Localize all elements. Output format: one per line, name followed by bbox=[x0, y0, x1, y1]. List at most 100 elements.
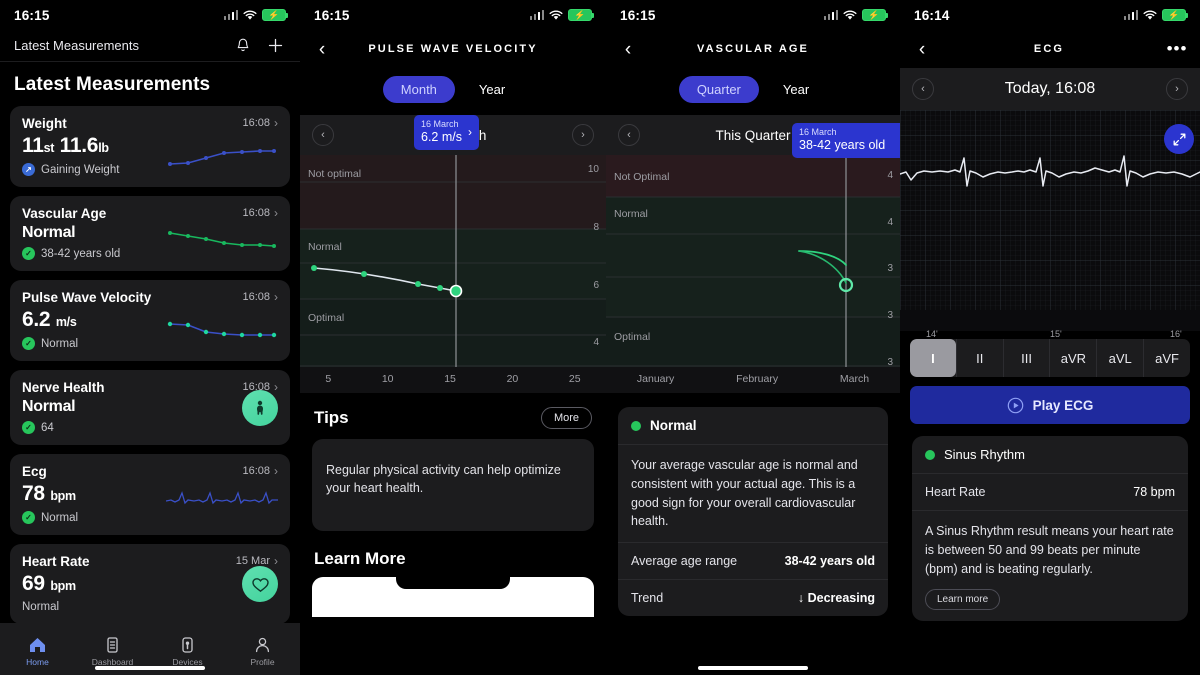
measurement-card-list: Weight 16:08 › 11st 11.6lb ↗ Gaining Wei… bbox=[0, 106, 300, 624]
play-ecg-button[interactable]: Play ECG bbox=[910, 386, 1190, 424]
summary-average-age-row: Average age range 38-42 years old bbox=[618, 542, 888, 579]
screen-latest-measurements: 16:15 ⚡ Latest Measurements Latest Measu… bbox=[0, 0, 300, 675]
dashboard-icon bbox=[107, 636, 118, 653]
card-value-main: 6.2 bbox=[22, 308, 51, 331]
check-badge-icon: ✓ bbox=[22, 337, 35, 350]
pwv-chart[interactable]: Not optimal Normal Optimal 10 8 6 4 16 M… bbox=[300, 115, 606, 367]
battery-charging-icon: ⚡ bbox=[568, 9, 595, 21]
y-tick-3: 3 bbox=[887, 310, 893, 321]
chart-tooltip[interactable]: 16 March 38-42 years old bbox=[792, 123, 900, 158]
vascular-age-summary-card: Normal Your average vascular age is norm… bbox=[618, 407, 888, 616]
measurement-card-weight[interactable]: Weight 16:08 › 11st 11.6lb ↗ Gaining Wei… bbox=[10, 106, 290, 187]
check-badge-icon: ✓ bbox=[22, 421, 35, 434]
measurement-card-ecg[interactable]: Ecg 16:08 › 78 bpm ✓ Normal bbox=[10, 454, 290, 535]
signal-icon bbox=[223, 10, 238, 20]
home-icon bbox=[30, 637, 45, 652]
status-bar: 16:15 ⚡ bbox=[300, 0, 606, 30]
tab-home[interactable]: Home bbox=[0, 636, 75, 667]
vascular-age-chart[interactable]: Not Optimal Normal Optimal 4 4 3 3 3 16 … bbox=[606, 123, 900, 368]
tooltip-value: 38-42 years old bbox=[799, 138, 886, 153]
learn-more-card[interactable] bbox=[312, 577, 594, 617]
row-value: 78 bpm bbox=[1133, 485, 1175, 499]
ecg-waveform-chart[interactable]: 14' 15' 16' bbox=[900, 110, 1200, 339]
back-button[interactable]: ‹ bbox=[312, 40, 332, 59]
summary-description-row: Your average vascular age is normal and … bbox=[618, 444, 888, 542]
tab-profile[interactable]: Profile bbox=[225, 636, 300, 667]
nav-title: VASCULAR AGE bbox=[697, 43, 809, 55]
plus-icon[interactable] bbox=[264, 35, 286, 57]
summary-status-row: Normal bbox=[618, 407, 888, 444]
card-title: Nerve Health bbox=[22, 380, 105, 395]
previous-period-button[interactable]: ‹ bbox=[312, 124, 334, 146]
segment-quarter[interactable]: Quarter bbox=[678, 76, 759, 103]
lead-II[interactable]: II bbox=[955, 339, 1003, 377]
period-segmented-control: Month Year bbox=[300, 68, 606, 115]
learn-more-button[interactable]: Learn more bbox=[925, 589, 1001, 611]
tab-dashboard[interactable]: Dashboard bbox=[75, 636, 150, 667]
chart-tooltip[interactable]: 16 March 6.2 m/s › bbox=[414, 115, 479, 150]
chevron-right-icon: › bbox=[274, 464, 278, 478]
lead-III[interactable]: III bbox=[1002, 339, 1050, 377]
back-button[interactable]: ‹ bbox=[618, 40, 638, 59]
wifi-icon bbox=[243, 9, 257, 21]
battery-charging-icon: ⚡ bbox=[862, 9, 889, 21]
y-tick-2: 3 bbox=[887, 263, 893, 274]
card-title: Pulse Wave Velocity bbox=[22, 290, 152, 305]
devices-icon bbox=[182, 636, 193, 653]
back-button[interactable]: ‹ bbox=[912, 40, 932, 59]
lead-aVL[interactable]: aVL bbox=[1096, 339, 1143, 377]
segment-month[interactable]: Month bbox=[382, 76, 455, 103]
nav-bar: ‹ PULSE WAVE VELOCITY bbox=[300, 30, 606, 68]
summary-description: Your average vascular age is normal and … bbox=[631, 458, 858, 529]
tip-card[interactable]: Regular physical activity can help optim… bbox=[312, 439, 594, 531]
card-timestamp: 16:08 bbox=[242, 117, 270, 129]
tab-devices[interactable]: Devices bbox=[150, 636, 225, 667]
x-tick-15: 15 bbox=[444, 373, 456, 385]
signal-icon bbox=[823, 10, 838, 20]
body-icon bbox=[242, 389, 278, 426]
lead-I[interactable]: I bbox=[910, 339, 956, 377]
measurement-card-nerve-health[interactable]: Nerve Health 16:08 › Normal ✓ 64 bbox=[10, 370, 290, 445]
lead-aVF[interactable]: aVF bbox=[1143, 339, 1190, 377]
measurement-card-heart-rate[interactable]: Heart Rate 15 Mar › 69 bpm Normal bbox=[10, 544, 290, 624]
status-bar: 16:15 ⚡ bbox=[0, 0, 300, 30]
ecg-grid bbox=[900, 110, 1200, 310]
sparkline-pwv bbox=[166, 314, 278, 349]
trend-up-badge: ↗ bbox=[22, 163, 35, 176]
bell-icon[interactable] bbox=[232, 35, 254, 57]
band-label-normal: Normal bbox=[308, 241, 342, 253]
chart-x-axis: January February March bbox=[606, 367, 900, 393]
measurement-card-pulse-wave-velocity[interactable]: Pulse Wave Velocity 16:08 › 6.2 m/s ✓ No… bbox=[10, 280, 290, 361]
card-subtitle-label: Normal bbox=[41, 337, 79, 350]
lead-aVR[interactable]: aVR bbox=[1049, 339, 1096, 377]
signal-icon bbox=[529, 10, 544, 20]
chevron-right-icon: › bbox=[274, 290, 278, 304]
previous-period-button[interactable]: ‹ bbox=[618, 124, 640, 146]
play-ecg-label: Play ECG bbox=[1032, 397, 1094, 413]
card-subtitle-label: 38-42 years old bbox=[41, 247, 121, 260]
ellipsis-icon[interactable]: ••• bbox=[1166, 40, 1188, 57]
measurement-card-vascular-age[interactable]: Vascular Age 16:08 › Normal ✓ 38-42 year… bbox=[10, 196, 290, 271]
battery-charging-icon: ⚡ bbox=[1162, 9, 1189, 21]
y-tick-0: 4 bbox=[887, 170, 893, 181]
result-heart-rate-row: Heart Rate 78 bpm bbox=[912, 473, 1188, 510]
next-period-button[interactable]: › bbox=[572, 124, 594, 146]
tip-text: Regular physical activity can help optim… bbox=[326, 463, 561, 496]
card-unit-1: bpm bbox=[50, 489, 76, 503]
ecg-x-tick-14: 14' bbox=[926, 329, 938, 339]
expand-icon[interactable] bbox=[1164, 124, 1194, 154]
card-value: 69 bpm bbox=[22, 572, 278, 596]
row-value: Decreasing bbox=[807, 591, 875, 605]
card-timestamp: 16:08 bbox=[242, 207, 270, 219]
tab-label: Profile bbox=[250, 656, 275, 667]
card-title: Ecg bbox=[22, 464, 47, 479]
next-recording-button[interactable]: › bbox=[1166, 78, 1188, 100]
segment-year[interactable]: Year bbox=[765, 76, 827, 103]
status-time: 16:15 bbox=[14, 7, 50, 23]
card-title: Weight bbox=[22, 116, 67, 131]
segment-year[interactable]: Year bbox=[461, 76, 523, 103]
card-timestamp: 16:08 bbox=[242, 465, 270, 477]
tips-more-button[interactable]: More bbox=[540, 407, 592, 429]
previous-recording-button[interactable]: ‹ bbox=[912, 78, 934, 100]
card-subtitle-label: Normal bbox=[41, 511, 79, 524]
